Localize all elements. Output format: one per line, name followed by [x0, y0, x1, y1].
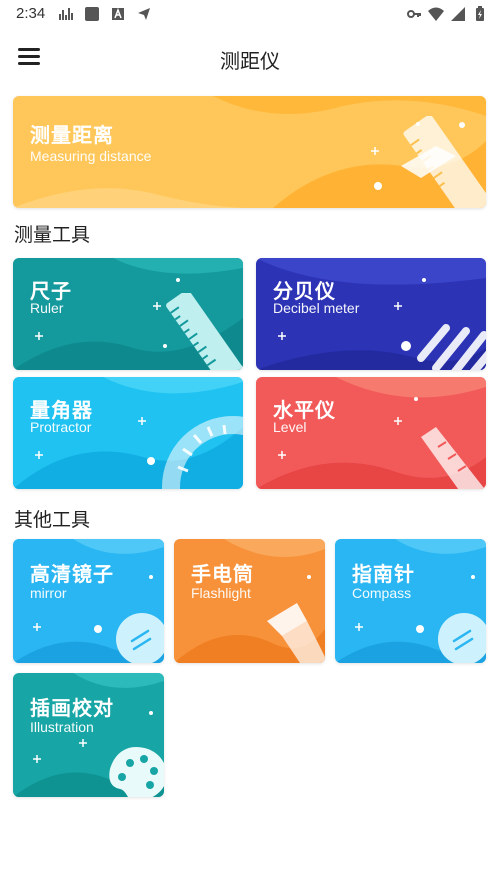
hero-subtitle: Measuring distance [30, 148, 152, 164]
palette-icon [109, 747, 164, 797]
app-bar: 测距仪 [0, 30, 500, 86]
measure-distance-card[interactable]: 测量距离 Measuring distance [13, 96, 486, 208]
compass-icon [438, 613, 486, 663]
level-subtitle: Level [273, 419, 307, 435]
section-title-other-tools: 其他工具 [14, 509, 91, 531]
key-icon [407, 10, 421, 18]
battery-icon [476, 6, 484, 21]
protractor-icon [162, 416, 243, 489]
hero-title: 测量距离 [30, 123, 114, 147]
compass-card[interactable]: 指南针 Compass [335, 539, 486, 663]
status-time: 2:34 [16, 5, 46, 22]
mirror-title: 高清镜子 [30, 562, 114, 586]
flashlight-title: 手电筒 [191, 562, 254, 586]
page-title: 测距仪 [220, 49, 280, 73]
plane-icon [138, 8, 150, 20]
status-bar: 2:34 [0, 0, 500, 30]
mirror-subtitle: mirror [30, 585, 67, 601]
ruler-subtitle: Ruler [30, 300, 64, 316]
flashlight-icon [267, 603, 325, 663]
protractor-subtitle: Protractor [30, 419, 92, 435]
illustration-card[interactable]: 插画校对 Illustration [13, 673, 164, 797]
square-icon [85, 7, 99, 21]
mirror-icon [116, 613, 164, 663]
decibel-meter-card[interactable]: 分贝仪 Decibel meter [256, 258, 486, 370]
illustration-title: 插画校对 [30, 696, 114, 720]
decibel-subtitle: Decibel meter [273, 300, 360, 316]
signal-icon [451, 7, 465, 21]
ruler-icon [166, 293, 243, 370]
mirror-card[interactable]: 高清镜子 mirror [13, 539, 164, 663]
flashlight-subtitle: Flashlight [191, 585, 251, 601]
pencil-ruler-icon [401, 116, 486, 208]
compass-subtitle: Compass [352, 585, 412, 601]
level-icon [421, 427, 485, 489]
sound-bars-icon [417, 324, 486, 370]
a-icon [112, 7, 124, 20]
flashlight-card[interactable]: 手电筒 Flashlight [174, 539, 325, 663]
section-title-measure-tools: 测量工具 [14, 224, 91, 246]
wifi-icon [428, 7, 444, 21]
activity-icon [59, 8, 73, 20]
level-card[interactable]: 水平仪 Level [256, 377, 486, 489]
ruler-card[interactable]: 尺子 Ruler [13, 258, 243, 370]
protractor-card[interactable]: 量角器 Protractor [13, 377, 243, 489]
compass-title: 指南针 [352, 562, 415, 586]
illustration-subtitle: Illustration [30, 719, 94, 735]
